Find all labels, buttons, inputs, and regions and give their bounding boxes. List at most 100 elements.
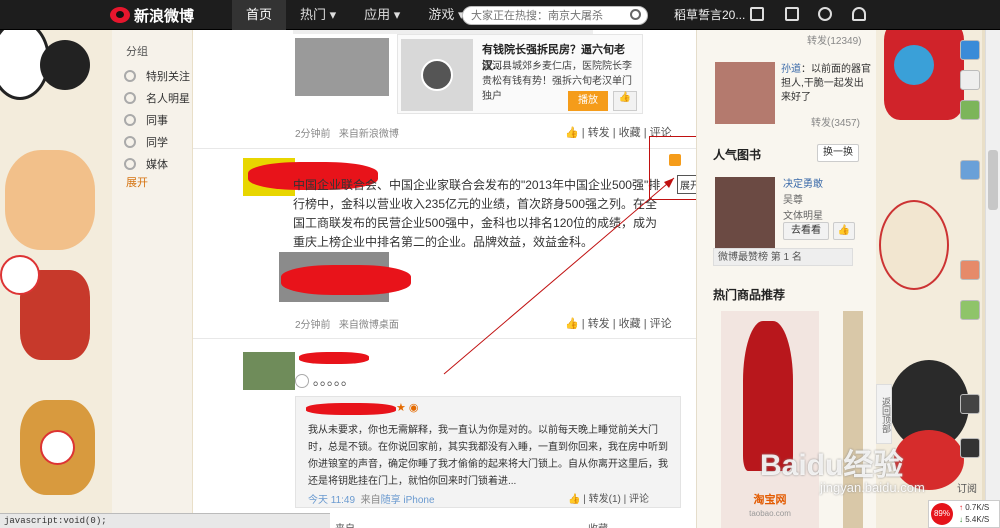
scrollbar-thumb[interactable] (988, 150, 998, 210)
group-title: 分组 (126, 46, 148, 58)
post-time[interactable]: 2分钟前 (295, 129, 331, 140)
repost-count[interactable]: 转发(12349) (807, 32, 861, 47)
repost-count[interactable]: 转发(3457) (811, 114, 860, 129)
quote-meta: 今天 11:49 来自随享 iPhone (308, 491, 435, 506)
baidu-watermark: Baidu经验 (760, 440, 903, 484)
nav-apps[interactable]: 应用 ▾ (350, 0, 414, 30)
nav-games-label: 游戏 (428, 7, 455, 22)
group-label: 特别关注 (146, 71, 190, 83)
net-speed-widget: 89% ↑ 0.7K/S ↓ 5.4K/S (928, 500, 1000, 528)
upload-speed: ↑ 0.7K/S (959, 503, 989, 512)
favorite-link[interactable]: 收藏 (619, 127, 641, 139)
search-icon[interactable] (630, 9, 641, 20)
brand-name: 新浪微博 (134, 7, 195, 25)
post-image[interactable] (295, 38, 389, 96)
sticker-decoration (40, 430, 75, 465)
sidebar-app-icon[interactable] (960, 40, 980, 60)
back-to-top-button[interactable]: 返回顶部 (876, 384, 892, 444)
group-item[interactable]: 名人明星 (124, 90, 190, 106)
star-icon: ★ ◉ (396, 402, 419, 414)
weibo-logo[interactable]: 新浪微博 (110, 5, 194, 25)
download-value: 5.4K/S (965, 515, 990, 524)
account-icon[interactable] (852, 7, 866, 21)
divider (193, 148, 696, 149)
like-button[interactable]: 👍 (613, 91, 637, 111)
nav-hot[interactable]: 热门 ▾ (286, 0, 350, 30)
post-source[interactable]: 微博桌面 (359, 320, 399, 331)
group-item[interactable]: 特别关注 (124, 68, 190, 84)
redacted-image (281, 265, 411, 295)
next-post-source: 来自 (335, 524, 355, 528)
upload-value: 0.7K/S (965, 503, 990, 512)
like-icon[interactable]: 👍 (565, 127, 579, 139)
edit-icon[interactable] (750, 7, 764, 21)
search-box (462, 6, 648, 25)
repost-link[interactable]: 转发 (588, 127, 610, 139)
top-navigation-bar: 新浪微博 首页 热门 ▾ 应用 ▾ 游戏 ▾ 稻草誓言20... (0, 0, 1000, 30)
gear-icon[interactable] (818, 7, 832, 21)
product-image[interactable] (843, 311, 863, 528)
nav-hot-label: 热门 (300, 7, 327, 22)
group-label: 名人明星 (146, 93, 190, 105)
sidebar-app-icon[interactable] (960, 438, 980, 458)
ad-image[interactable] (715, 62, 775, 124)
left-sidebar: 分组 特别关注 名人明星 同事 同学 媒体 展开 (112, 30, 192, 528)
book-rank: 微博最赞榜 第 1 名 (713, 248, 853, 266)
book-author: 吴尊 (783, 195, 803, 206)
circle-icon (124, 70, 136, 82)
subscribe-link[interactable]: 订阅 (957, 480, 977, 495)
expand-link[interactable]: 展开 (126, 174, 148, 190)
like-button[interactable]: 👍 (833, 222, 855, 240)
quote-time[interactable]: 今天 11:49 (308, 495, 355, 506)
post-dots-text: 。。。。。 (312, 372, 355, 388)
video-card: 有钱院长强拆民房？逼六旬老汉... 唐河县城郊乡麦仁店，医院院长李贵松有钱有势！… (397, 34, 643, 114)
next-post-meta: 来自 (335, 520, 355, 528)
right-username[interactable]: 孙道 (781, 64, 801, 75)
video-thumb[interactable] (401, 39, 473, 111)
circle-icon (124, 158, 136, 170)
quote-text: 我从未要求，你也无需解释，我一直认为你是对的。以前每天晚上睡觉前关大门时，总是不… (308, 425, 668, 487)
change-button[interactable]: 换一换 (817, 144, 859, 162)
hot-goods-title: 热门商品推荐 (713, 288, 786, 302)
taobao-name: 淘宝网 (753, 494, 787, 506)
nav-apps-label: 应用 (364, 7, 391, 22)
group-item[interactable]: 同事 (124, 112, 168, 128)
sidebar-app-icon[interactable] (960, 394, 980, 414)
avatar[interactable] (243, 352, 295, 390)
sidebar-app-icon[interactable] (960, 160, 980, 180)
down-arrow-icon: ↓ (959, 515, 963, 524)
circle-icon (124, 136, 136, 148)
message-icon[interactable] (785, 7, 799, 21)
baidu-watermark-url: jingyan.baidu.com (820, 480, 925, 495)
play-button[interactable]: 播放 (568, 91, 608, 111)
view-button[interactable]: 去看看 (783, 222, 829, 240)
sidebar-app-icon[interactable] (960, 100, 980, 120)
post-time[interactable]: 2分钟前 (295, 320, 331, 331)
repost-link[interactable]: 转发(1) (589, 494, 621, 505)
favorite-link[interactable]: 收藏 (588, 524, 608, 528)
play-icon (421, 59, 453, 91)
username-link[interactable]: 稻草誓言20... (674, 0, 745, 30)
sidebar-app-icon[interactable] (960, 260, 980, 280)
sticker-decoration (0, 255, 40, 295)
group-label: 媒体 (146, 159, 168, 171)
like-icon[interactable]: 👍 (568, 494, 580, 505)
comment-link[interactable]: 评论 (629, 494, 649, 505)
book-cover[interactable] (715, 177, 775, 259)
cartoon-decoration (879, 200, 949, 290)
sidebar-app-icon[interactable] (960, 300, 980, 320)
sidebar-app-icon[interactable] (960, 70, 980, 90)
nav-home[interactable]: 首页 (232, 0, 287, 30)
left-background-decoration (0, 0, 112, 528)
weibo-eye-icon (110, 7, 130, 23)
book-name[interactable]: 决定勇敢 (783, 175, 823, 190)
post-meta: 2分钟前 来自微博桌面 (295, 316, 399, 331)
search-input[interactable] (471, 7, 621, 24)
post-source[interactable]: 新浪微博 (359, 129, 399, 140)
scrollbar[interactable] (985, 30, 1000, 528)
product-image[interactable]: 淘宝网 taobao.com (721, 311, 819, 528)
quote-source[interactable]: 随享 iPhone (381, 495, 435, 506)
circle-icon (124, 114, 136, 126)
group-item[interactable]: 媒体 (124, 156, 168, 172)
group-item[interactable]: 同学 (124, 134, 168, 150)
